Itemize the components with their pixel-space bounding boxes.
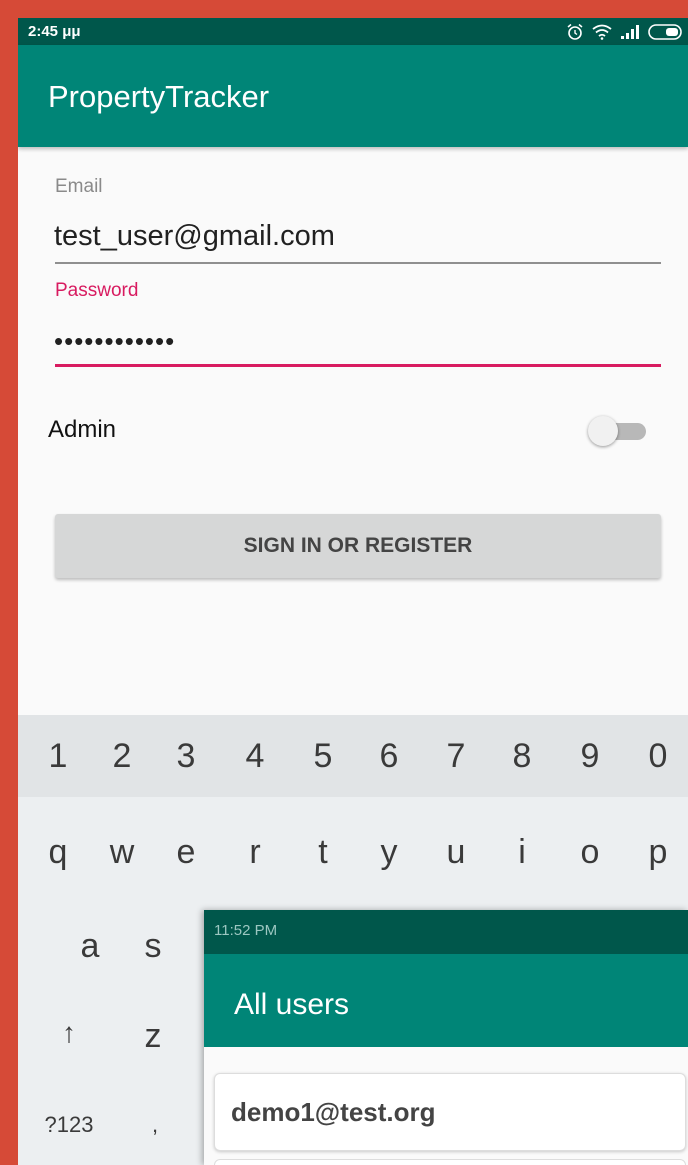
- overlay-status-time: 11:52 PM: [214, 922, 278, 939]
- key-i[interactable]: i: [497, 833, 547, 872]
- user-list-item[interactable]: demo1@test.org: [214, 1073, 686, 1151]
- keyboard-number-row: 1 2 3 4 5 6 7 8 9 0: [18, 715, 688, 797]
- key-comma[interactable]: ,: [130, 1112, 180, 1138]
- status-time: 2:45 μμ: [28, 23, 81, 40]
- user-email: demo1@test.org: [231, 1097, 436, 1127]
- key-p[interactable]: p: [633, 833, 683, 872]
- admin-toggle[interactable]: [588, 416, 650, 446]
- key-u[interactable]: u: [431, 833, 481, 872]
- admin-toggle-thumb: [588, 416, 618, 446]
- key-t[interactable]: t: [298, 833, 348, 872]
- status-bar: 2:45 μμ: [18, 18, 688, 45]
- app-bar: PropertyTracker: [18, 45, 688, 147]
- status-icons: [566, 22, 684, 42]
- phone-screen: 2:45 μμ PropertyTracker Email test_user@…: [18, 18, 688, 1165]
- symbols-key[interactable]: ?123: [34, 1112, 104, 1138]
- signal-icon: [621, 25, 639, 39]
- admin-label: Admin: [48, 416, 117, 443]
- password-field[interactable]: ••••••••••••: [54, 326, 175, 357]
- wifi-icon: [592, 24, 612, 40]
- key-s[interactable]: s: [128, 927, 178, 966]
- key-6[interactable]: 6: [364, 737, 414, 776]
- keyboard-letter-row-1: q w e r t y u i o p: [18, 797, 688, 907]
- password-underline: [55, 364, 661, 367]
- shift-key[interactable]: ↑: [44, 1017, 94, 1049]
- key-e[interactable]: e: [161, 833, 211, 872]
- all-users-screen: 11:52 PM All users demo1@test.org: [204, 910, 688, 1165]
- key-3[interactable]: 3: [161, 737, 211, 776]
- key-w[interactable]: w: [97, 833, 147, 872]
- key-2[interactable]: 2: [97, 737, 147, 776]
- key-8[interactable]: 8: [497, 737, 547, 776]
- key-o[interactable]: o: [565, 833, 615, 872]
- overlay-app-bar: All users: [204, 954, 688, 1047]
- email-underline: [55, 262, 661, 264]
- email-field[interactable]: test_user@gmail.com: [54, 220, 335, 253]
- key-9[interactable]: 9: [565, 737, 615, 776]
- key-a[interactable]: a: [65, 927, 115, 966]
- key-0[interactable]: 0: [633, 737, 683, 776]
- key-r[interactable]: r: [230, 833, 280, 872]
- key-y[interactable]: y: [364, 833, 414, 872]
- all-users-title: All users: [234, 988, 350, 1021]
- battery-icon: [648, 24, 682, 40]
- key-q[interactable]: q: [33, 833, 83, 872]
- key-5[interactable]: 5: [298, 737, 348, 776]
- user-list-item-partial[interactable]: [214, 1159, 686, 1165]
- overlay-status-bar: 11:52 PM: [204, 910, 688, 954]
- email-label: Email: [55, 176, 103, 197]
- sign-in-register-button[interactable]: SIGN IN OR REGISTER: [55, 514, 661, 578]
- key-4[interactable]: 4: [230, 737, 280, 776]
- key-1[interactable]: 1: [33, 737, 83, 776]
- password-label: Password: [55, 280, 139, 301]
- app-title: PropertyTracker: [48, 79, 270, 114]
- key-z[interactable]: z: [128, 1017, 178, 1056]
- key-7[interactable]: 7: [431, 737, 481, 776]
- alarm-icon: [567, 23, 583, 40]
